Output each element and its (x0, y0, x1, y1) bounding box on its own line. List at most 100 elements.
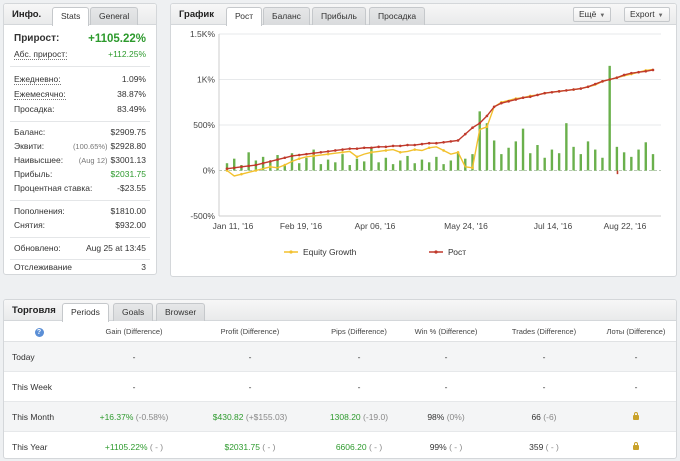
volume-bar (550, 149, 554, 171)
tab-growth[interactable]: Рост (226, 7, 263, 26)
help-icon[interactable]: ? (33, 322, 45, 342)
tab-periods[interactable]: Periods (62, 303, 109, 322)
stat-profit-label: Прибыль: (14, 169, 53, 179)
tab-browser[interactable]: Browser (156, 303, 206, 321)
divider (10, 200, 150, 201)
volume-bar (644, 142, 647, 171)
row-label: This Month (12, 412, 55, 422)
cell-profit: $2031.75 ( - ) (190, 432, 310, 458)
volume-bar (442, 164, 445, 171)
volume-bar (565, 123, 568, 171)
stat-drawdown: Просадка: 83.49% (14, 104, 146, 116)
tab-balance[interactable]: Баланс (263, 7, 310, 25)
volume-bar (413, 163, 416, 171)
data-point (269, 160, 272, 163)
table-header: ? Gain (Difference) Profit (Difference) … (4, 322, 676, 342)
volume-bar (377, 162, 380, 171)
volume-bar (514, 141, 518, 171)
volume-bar (536, 145, 539, 171)
data-point (586, 85, 590, 89)
col-trades[interactable]: Trades (Difference) (494, 322, 594, 342)
data-point (398, 151, 402, 154)
export-button[interactable]: Export ▼ (624, 7, 670, 22)
data-point (297, 153, 301, 157)
cell-trades-diff: ( - ) (545, 442, 559, 452)
data-point (312, 154, 315, 158)
volume-bar (579, 154, 582, 171)
volume-bar (492, 140, 496, 171)
data-point (579, 87, 583, 90)
chart-panel-title: График (179, 9, 215, 20)
y-tick-label: 0% (203, 166, 216, 176)
table-row: This Week - - - - - - (4, 372, 676, 402)
data-point (283, 163, 287, 167)
cell-pips-diff: ( - ) (368, 442, 383, 452)
growth-chart[interactable]: 1.5K% 1K% 500% 0% -500%Jan 11, '16 Feb 19, '1… (171, 26, 676, 276)
cell-pips-value: - (357, 352, 361, 362)
legend-equity-marker (289, 250, 293, 254)
help-icon-glyph: ? (34, 328, 44, 337)
tab-stats[interactable]: Stats (52, 7, 90, 26)
stat-daily-label[interactable]: Ежедневно: (14, 74, 61, 85)
data-point (370, 146, 373, 150)
volume-bar (420, 159, 424, 171)
divider (10, 237, 150, 238)
cell-pips-value: - (357, 382, 361, 392)
data-point (463, 132, 467, 136)
stat-abs-growth-value: +112.25% (108, 49, 146, 59)
x-tick-label: Aug 22, '16 (604, 221, 647, 231)
data-point (247, 164, 250, 168)
legend-growth-marker (434, 250, 438, 254)
tab-drawdown[interactable]: Просадка (369, 7, 426, 25)
data-point (269, 165, 272, 169)
cell-gain-value: +16.37% (99, 412, 134, 422)
volume-bar (500, 154, 503, 171)
tab-general[interactable]: General (90, 7, 139, 25)
tab-profit[interactable]: Прибыль (312, 7, 366, 25)
lock-icon[interactable] (633, 412, 639, 420)
stat-daily-value: 1.09% (121, 74, 146, 84)
stat-abs-growth: Абс. прирост: +112.25% (14, 49, 146, 61)
legend-growth-label: Рост (448, 247, 466, 257)
col-lots[interactable]: Лоты (Difference) (586, 322, 676, 342)
data-point (456, 139, 460, 142)
data-point (557, 90, 561, 93)
cell-win-value: - (444, 382, 448, 392)
lock-icon[interactable] (633, 442, 639, 450)
volume-bar (543, 157, 546, 171)
col-profit[interactable]: Profit (Difference) (200, 322, 300, 342)
export-button-label: Export (630, 9, 655, 19)
stat-balance-value: $2909.75 (110, 127, 146, 137)
stat-abs-growth-label[interactable]: Абс. прирост: (14, 49, 68, 60)
data-point (276, 158, 279, 161)
data-point (312, 151, 315, 155)
tab-goals[interactable]: Goals (113, 303, 154, 321)
col-pips[interactable]: Pips (Difference) (309, 322, 409, 342)
volume-bar (572, 146, 575, 171)
cell-profit: $430.82 (+$155.03) (190, 402, 310, 432)
col-win[interactable]: Win % (Difference) (396, 322, 496, 342)
data-point (341, 151, 344, 154)
stat-interest-label: Процентная ставка: (14, 183, 93, 193)
col-gain[interactable]: Gain (Difference) (84, 322, 184, 342)
volume-bar (507, 147, 510, 171)
stat-interest: Процентная ставка: -$23.55 (14, 183, 146, 195)
volume-bar (319, 164, 323, 171)
cell-profit-diff: (+$155.03) (245, 412, 288, 422)
volume-bar (449, 160, 453, 171)
chevron-down-icon: ▼ (657, 13, 664, 19)
data-point (297, 157, 301, 160)
cell-gain-diff: (-0.58%) (135, 412, 169, 422)
cell-lots: - (634, 352, 638, 362)
data-point (261, 161, 265, 165)
cell-profit: - (190, 372, 310, 402)
stat-monthly-label[interactable]: Ежемесячно: (14, 89, 66, 100)
volume-bar (478, 111, 481, 171)
more-button[interactable]: Ещё ▼ (573, 7, 612, 22)
volume-bar (637, 149, 640, 171)
row-label: Today (12, 352, 35, 362)
data-point (305, 152, 308, 156)
chart-panel: График Рост Баланс Прибыль Просадка Ещё ▼… (170, 3, 677, 277)
data-point (225, 167, 229, 170)
stat-equity-value: $2928.80 (110, 141, 146, 151)
